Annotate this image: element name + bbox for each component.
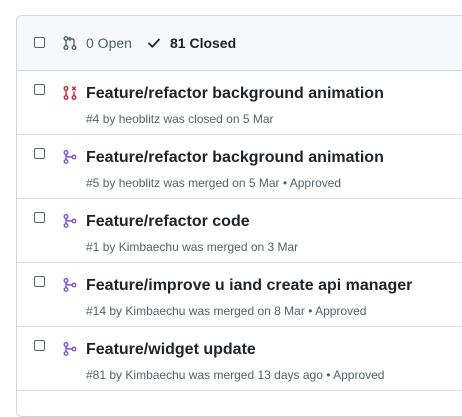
pr-by: by [102,112,116,126]
pull-request-row: Feature/improve u iand create api manage… [17,263,462,327]
pull-request-meta: #1 by Kimbaechu was merged on 3 Mar [86,240,298,254]
pr-action: was merged 13 days ago [188,368,323,382]
pr-by: by [102,176,116,190]
pr-number: #5 [86,176,100,190]
pull-request-list: 0 Open 81 Closed Feature/refactor backgr… [16,15,462,417]
git-merge-icon [63,342,77,356]
pr-by: by [102,240,116,254]
pull-request-meta: #14 by Kimbaechu was merged on 8 Mar • A… [86,304,366,318]
list-header: 0 Open 81 Closed [17,16,462,71]
pr-number: #1 [86,240,100,254]
pr-author[interactable]: heoblitz [119,176,160,190]
git-merge-icon [63,150,77,164]
pr-review-status[interactable]: • Approved [283,176,341,190]
pr-author[interactable]: heoblitz [119,112,160,126]
pr-number: #81 [86,368,107,382]
check-icon [148,38,160,48]
open-filter[interactable]: 0 Open [62,35,132,51]
row-checkbox[interactable] [34,340,45,351]
pr-action: was closed on 5 Mar [163,112,274,126]
pr-review-status[interactable]: • Approved [326,368,384,382]
git-pull-request-icon [63,36,77,50]
pull-request-row: Feature/refactor background animation #5… [17,135,462,199]
pull-request-title[interactable]: Feature/refactor background animation [86,148,384,168]
open-count-label: 0 Open [86,35,132,51]
pull-request-row: Feature/refactor background animation #4… [17,71,462,135]
git-merge-icon [63,214,77,228]
pr-review-status[interactable]: • Approved [308,304,366,318]
pull-request-row: Feature/refactor code #1 by Kimbaechu wa… [17,199,462,263]
pr-number: #14 [86,304,107,318]
pr-author[interactable]: Kimbaechu [125,368,185,382]
row-checkbox[interactable] [34,84,45,95]
pull-request-title[interactable]: Feature/widget update [86,340,256,360]
row-checkbox[interactable] [34,276,45,287]
pr-author[interactable]: Kimbaechu [119,240,179,254]
pull-request-meta: #4 by heoblitz was closed on 5 Mar [86,112,274,126]
select-all-checkbox[interactable] [34,37,45,48]
pr-by: by [109,368,123,382]
pull-request-meta: #5 by heoblitz was merged on 5 Mar • App… [86,176,341,190]
closed-filter[interactable]: 81 Closed [146,35,236,51]
pull-request-title[interactable]: Feature/refactor code [86,212,250,232]
pr-number: #4 [86,112,100,126]
row-checkbox[interactable] [34,148,45,159]
pull-request-row: Feature/widget update #81 by Kimbaechu w… [17,327,462,391]
pull-request-title[interactable]: Feature/refactor background animation [86,84,384,104]
pr-author[interactable]: Kimbaechu [125,304,185,318]
pr-action: was merged on 5 Mar [163,176,280,190]
pr-action: was merged on 3 Mar [182,240,299,254]
closed-count-label: 81 Closed [170,35,237,51]
pr-action: was merged on 8 Mar [188,304,305,318]
pr-by: by [109,304,123,318]
git-merge-icon [63,278,77,292]
row-checkbox[interactable] [34,212,45,223]
git-pull-request-closed-icon [63,86,77,100]
pull-request-meta: #81 by Kimbaechu was merged 13 days ago … [86,368,384,382]
pull-request-title[interactable]: Feature/improve u iand create api manage… [86,276,412,296]
